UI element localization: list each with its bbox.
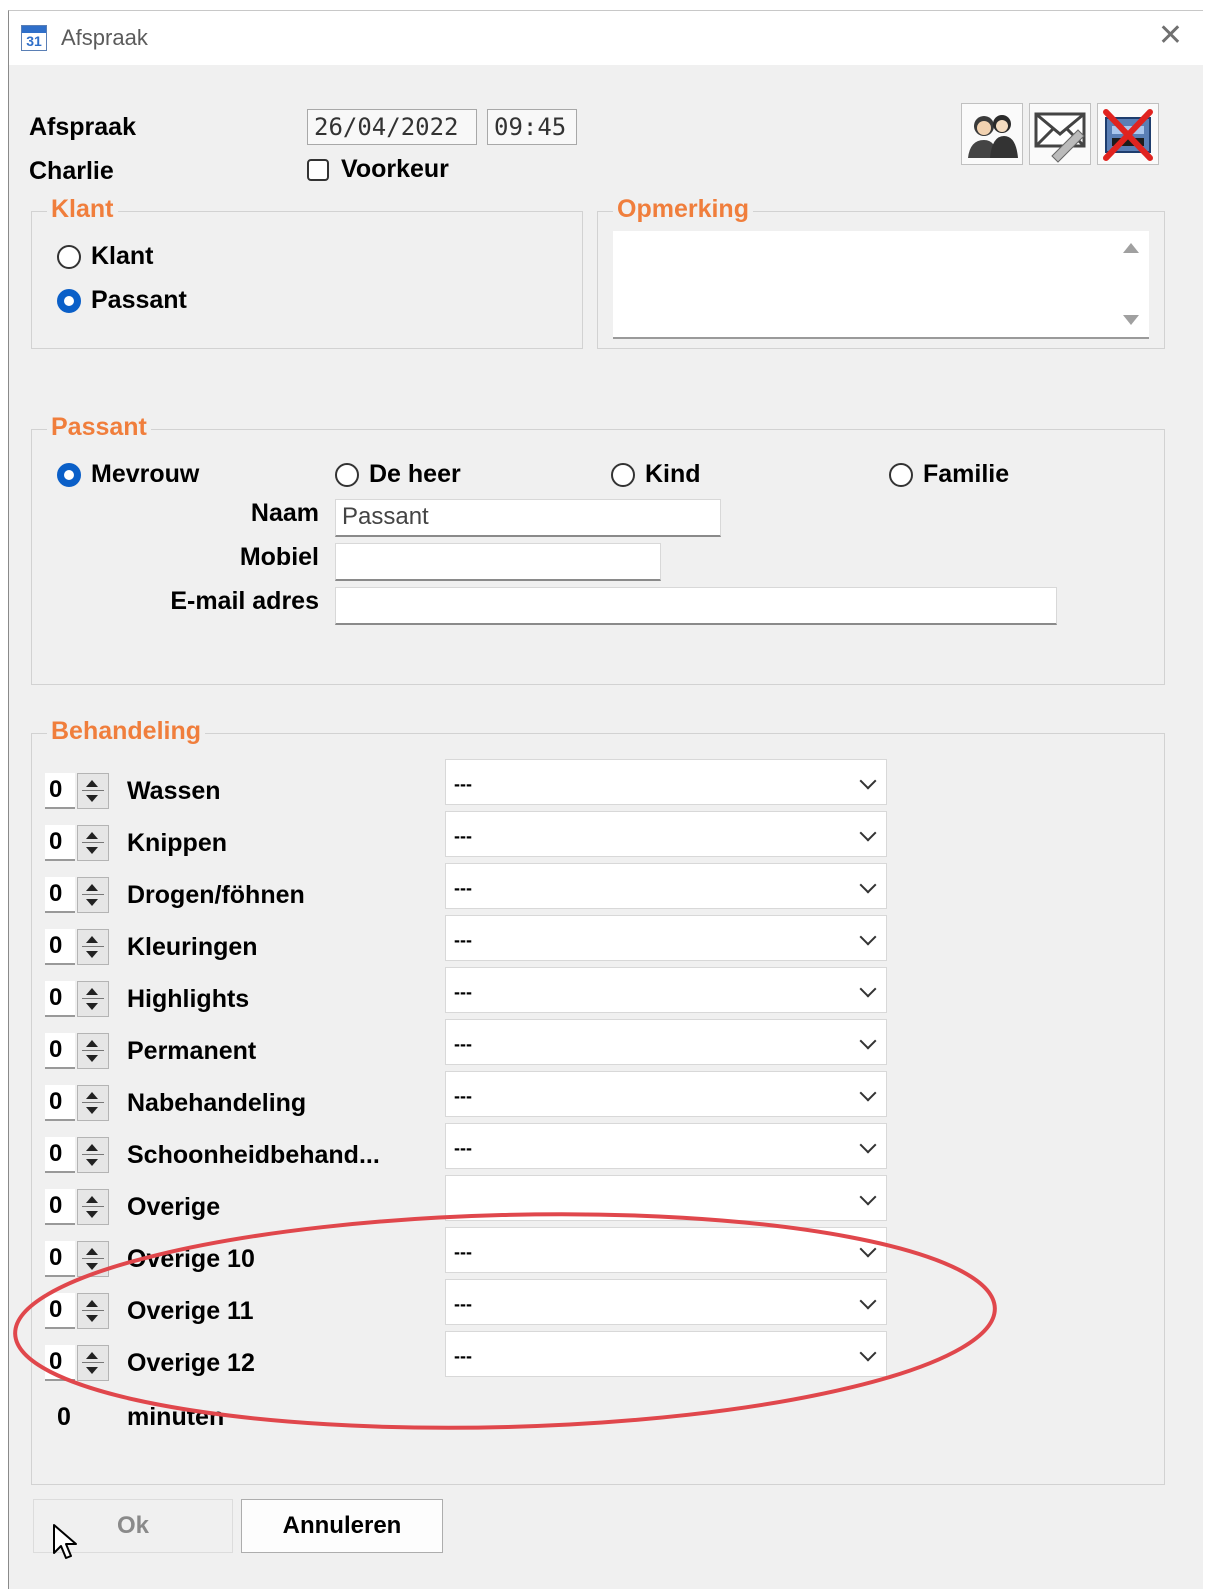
radio-mevrouw-label: Mevrouw xyxy=(91,460,200,488)
treatment-select[interactable]: --- xyxy=(445,915,887,961)
radio-passant-label: Passant xyxy=(91,286,187,314)
klant-legend: Klant xyxy=(47,195,118,224)
annotation-ellipse xyxy=(13,1212,997,1430)
treatment-count[interactable]: 0 xyxy=(45,1033,75,1069)
customers-button[interactable] xyxy=(961,103,1023,165)
scroll-up-icon[interactable] xyxy=(1123,243,1139,253)
time-field[interactable]: 09:45 xyxy=(487,109,577,145)
passant-legend: Passant xyxy=(47,413,151,442)
treatment-label: Kleuringen xyxy=(127,933,258,961)
appointment-dialog: 31 Afspraak ✕ Afspraak Charlie 26/04/202… xyxy=(8,10,1203,1589)
spinner-arrows-icon[interactable] xyxy=(77,773,109,809)
treatment-select[interactable]: --- xyxy=(445,967,887,1013)
date-field[interactable]: 26/04/2022 xyxy=(307,109,477,145)
opmerking-legend: Opmerking xyxy=(613,195,753,224)
treatment-count[interactable]: 0 xyxy=(45,825,75,861)
opmerking-textarea[interactable] xyxy=(613,231,1149,339)
treatment-select[interactable]: --- xyxy=(445,863,887,909)
radio-de-heer[interactable] xyxy=(335,463,359,487)
treatment-select[interactable]: --- xyxy=(445,1123,887,1169)
email-input[interactable] xyxy=(335,587,1057,625)
treatment-label: Schoonheidbehand... xyxy=(127,1141,380,1169)
treatment-count[interactable]: 0 xyxy=(45,1137,75,1173)
spinner-arrows-icon[interactable] xyxy=(77,929,109,965)
chevron-down-icon xyxy=(859,1136,877,1154)
scroll-down-icon[interactable] xyxy=(1123,315,1139,325)
spinner-arrows-icon[interactable] xyxy=(77,877,109,913)
chevron-down-icon xyxy=(859,824,877,842)
treatment-label: Knippen xyxy=(127,829,227,857)
mouse-cursor-icon xyxy=(53,1524,77,1559)
treatment-label: Highlights xyxy=(127,985,250,1013)
treatment-count[interactable]: 0 xyxy=(45,929,75,965)
spinner-arrows-icon[interactable] xyxy=(77,825,109,861)
treatment-count[interactable]: 0 xyxy=(45,773,75,809)
treatment-select[interactable]: --- xyxy=(445,1071,887,1117)
treatment-label: Nabehandeling xyxy=(127,1089,307,1117)
spinner-arrows-icon[interactable] xyxy=(77,1137,109,1173)
cancel-button[interactable]: Annuleren xyxy=(241,1499,443,1553)
voorkeur-label: Voorkeur xyxy=(341,155,449,183)
radio-kind-label: Kind xyxy=(645,460,701,488)
spinner-arrows-icon[interactable] xyxy=(77,1085,109,1121)
spinner-arrows-icon[interactable] xyxy=(77,1033,109,1069)
radio-klant-label: Klant xyxy=(91,242,154,270)
klant-group xyxy=(31,211,583,349)
people-icon xyxy=(968,115,1018,158)
chevron-down-icon xyxy=(859,928,877,946)
delete-appointment-button[interactable] xyxy=(1097,103,1159,165)
chevron-down-icon xyxy=(859,876,877,894)
treatment-select[interactable]: --- xyxy=(445,759,887,805)
email-label: E-mail adres xyxy=(170,587,319,615)
delete-icon xyxy=(1103,109,1153,161)
radio-kind[interactable] xyxy=(611,463,635,487)
chevron-down-icon xyxy=(859,1084,877,1102)
radio-de-heer-label: De heer xyxy=(369,460,461,488)
treatment-label: Drogen/föhnen xyxy=(127,881,305,909)
chevron-down-icon xyxy=(859,1032,877,1050)
treatment-count[interactable]: 0 xyxy=(45,877,75,913)
mobiel-label: Mobiel xyxy=(239,543,319,571)
naam-label: Naam xyxy=(250,499,319,527)
envelope-pencil-icon xyxy=(1034,112,1086,163)
naam-input[interactable]: Passant xyxy=(335,499,721,537)
spinner-arrows-icon[interactable] xyxy=(77,981,109,1017)
chevron-down-icon xyxy=(859,980,877,998)
radio-mevrouw[interactable] xyxy=(57,463,81,487)
employee-name: Charlie xyxy=(29,157,114,185)
treatment-label: Permanent xyxy=(127,1037,257,1065)
treatment-count[interactable]: 0 xyxy=(45,1085,75,1121)
treatment-select[interactable]: --- xyxy=(445,811,887,857)
edit-mail-button[interactable] xyxy=(1029,103,1091,165)
voorkeur-checkbox[interactable] xyxy=(307,159,329,181)
window-title: Afspraak xyxy=(61,25,148,50)
chevron-down-icon xyxy=(859,772,877,790)
treatment-count[interactable]: 0 xyxy=(45,981,75,1017)
afspraak-label: Afspraak xyxy=(29,113,136,141)
calendar-icon: 31 xyxy=(21,25,47,51)
radio-klant[interactable] xyxy=(57,245,81,269)
mobiel-input[interactable] xyxy=(335,543,661,581)
behandeling-legend: Behandeling xyxy=(47,717,206,746)
treatment-select[interactable]: --- xyxy=(445,1019,887,1065)
radio-familie[interactable] xyxy=(889,463,913,487)
radio-passant[interactable] xyxy=(57,289,81,313)
title-bar: 31 Afspraak ✕ xyxy=(9,11,1203,65)
close-icon[interactable]: ✕ xyxy=(1158,21,1183,51)
radio-familie-label: Familie xyxy=(923,460,1010,488)
treatment-label: Wassen xyxy=(127,777,221,805)
